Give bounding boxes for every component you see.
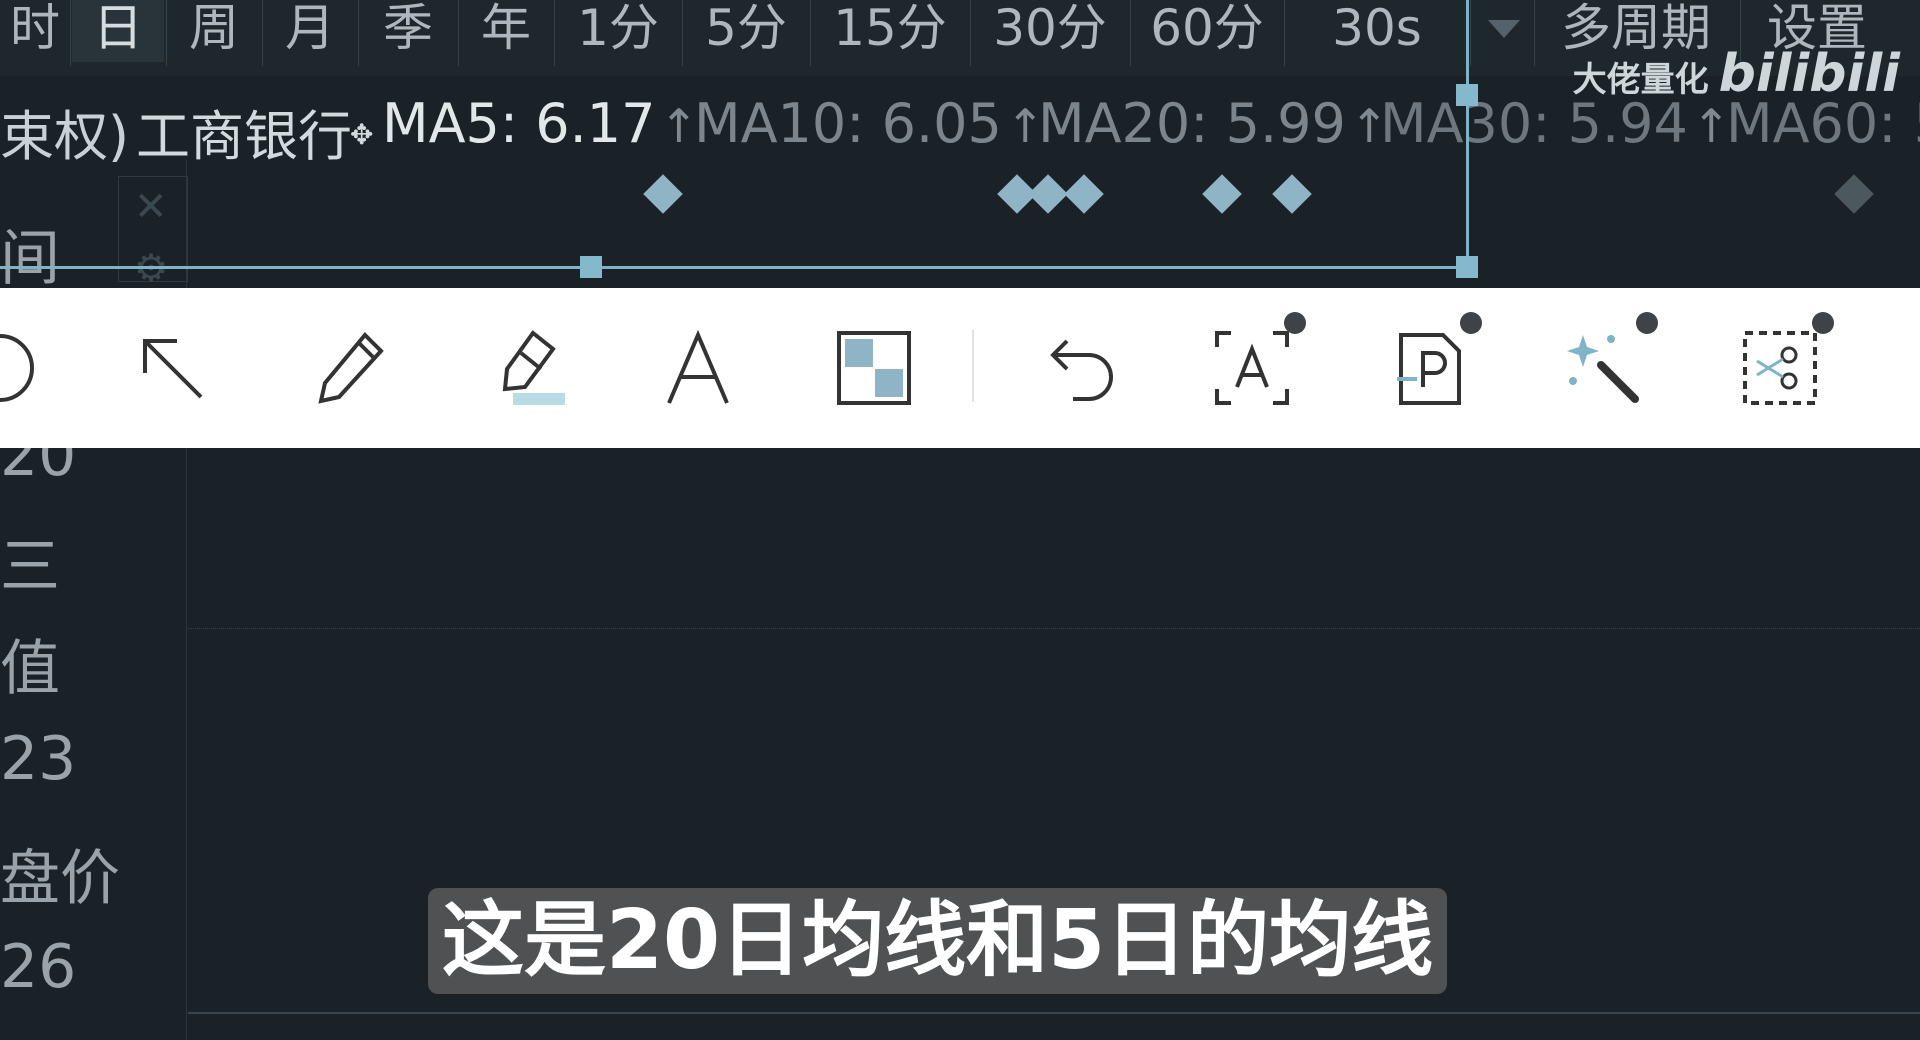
tab-divider	[358, 0, 359, 66]
tab-divider	[1534, 0, 1535, 66]
close-icon[interactable]: ✕	[134, 184, 168, 230]
undo-icon[interactable]	[1028, 320, 1124, 416]
tab-divider	[810, 0, 811, 66]
ma10-value: MA10: 6.05↑	[694, 92, 1045, 155]
tab-quarter[interactable]: 季	[360, 0, 456, 62]
tab-1min[interactable]: 1分	[556, 0, 680, 62]
resize-handle[interactable]	[1456, 256, 1478, 278]
tab-divider	[554, 0, 555, 66]
signal-marker	[1028, 174, 1068, 214]
resize-handle[interactable]	[1456, 84, 1478, 106]
tab-divider	[1130, 0, 1131, 66]
signal-marker	[643, 174, 683, 214]
tab-divider	[458, 0, 459, 66]
tab-divider	[970, 0, 971, 66]
adjust-mode-label: 束权)	[0, 105, 130, 168]
signal-marker	[1834, 174, 1874, 214]
pencil-icon[interactable]	[302, 320, 398, 416]
tab-15min[interactable]: 15分	[812, 0, 968, 62]
circle-icon[interactable]	[0, 320, 48, 416]
pro-badge-dot	[1812, 312, 1834, 334]
tab-month[interactable]: 月	[264, 0, 356, 62]
tab-divider	[166, 0, 167, 66]
left-label-three: 三	[0, 532, 60, 602]
video-subtitle: 这是20日均线和5日的均线	[428, 888, 1448, 994]
chart-bottom-border	[188, 1012, 1920, 1014]
cut-icon[interactable]	[1732, 320, 1828, 416]
signal-marker	[1064, 174, 1104, 214]
tab-30s[interactable]: 30s	[1286, 0, 1468, 62]
highlighter-icon[interactable]	[478, 320, 574, 416]
arrow-icon[interactable]	[124, 320, 220, 416]
tab-divider	[1284, 0, 1285, 66]
grid-line	[188, 628, 1920, 629]
pro-badge-dot	[1284, 312, 1306, 334]
stock-name: 工商银行	[136, 105, 352, 168]
pin-icon[interactable]	[1382, 320, 1478, 416]
left-label-23: 23	[0, 724, 77, 794]
tab-divider	[262, 0, 263, 66]
tab-hour[interactable]: 时	[0, 0, 70, 62]
selection-border-bottom	[0, 266, 1468, 269]
ma60-value: MA60: 5	[1726, 92, 1920, 155]
chevron-down-icon[interactable]	[1484, 16, 1524, 44]
ocr-text-icon[interactable]	[1204, 320, 1300, 416]
tab-5min[interactable]: 5分	[684, 0, 808, 62]
signal-marker	[1272, 174, 1312, 214]
tab-day[interactable]: 日	[72, 0, 164, 62]
text-icon[interactable]	[650, 320, 746, 416]
signal-marker	[1202, 174, 1242, 214]
selection-border-right	[1466, 0, 1469, 268]
tab-divider	[1470, 0, 1471, 66]
tab-divider	[70, 0, 71, 66]
tab-divider	[682, 0, 683, 66]
tab-year[interactable]: 年	[460, 0, 552, 62]
pro-badge-dot	[1636, 312, 1658, 334]
ma20-value: MA20: 5.99↑	[1038, 92, 1389, 155]
left-label-close-price: 盘价	[0, 844, 120, 914]
left-label-value: 值	[0, 634, 60, 704]
tab-week[interactable]: 周	[168, 0, 260, 62]
pro-badge-dot	[1460, 312, 1482, 334]
toolbar-divider	[972, 330, 974, 402]
magic-wand-icon[interactable]	[1556, 320, 1652, 416]
left-label-time: 间	[0, 224, 60, 294]
ma5-value: MA5: 6.17↑	[382, 92, 699, 155]
tab-30min[interactable]: 30分	[972, 0, 1128, 62]
resize-handle[interactable]	[580, 256, 602, 278]
mosaic-icon[interactable]	[826, 320, 922, 416]
tab-60min[interactable]: 60分	[1132, 0, 1282, 62]
ma30-value: MA30: 5.94↑	[1380, 92, 1731, 155]
move-cursor-icon: ✥	[350, 118, 374, 151]
left-label-26: 26	[0, 932, 77, 1002]
